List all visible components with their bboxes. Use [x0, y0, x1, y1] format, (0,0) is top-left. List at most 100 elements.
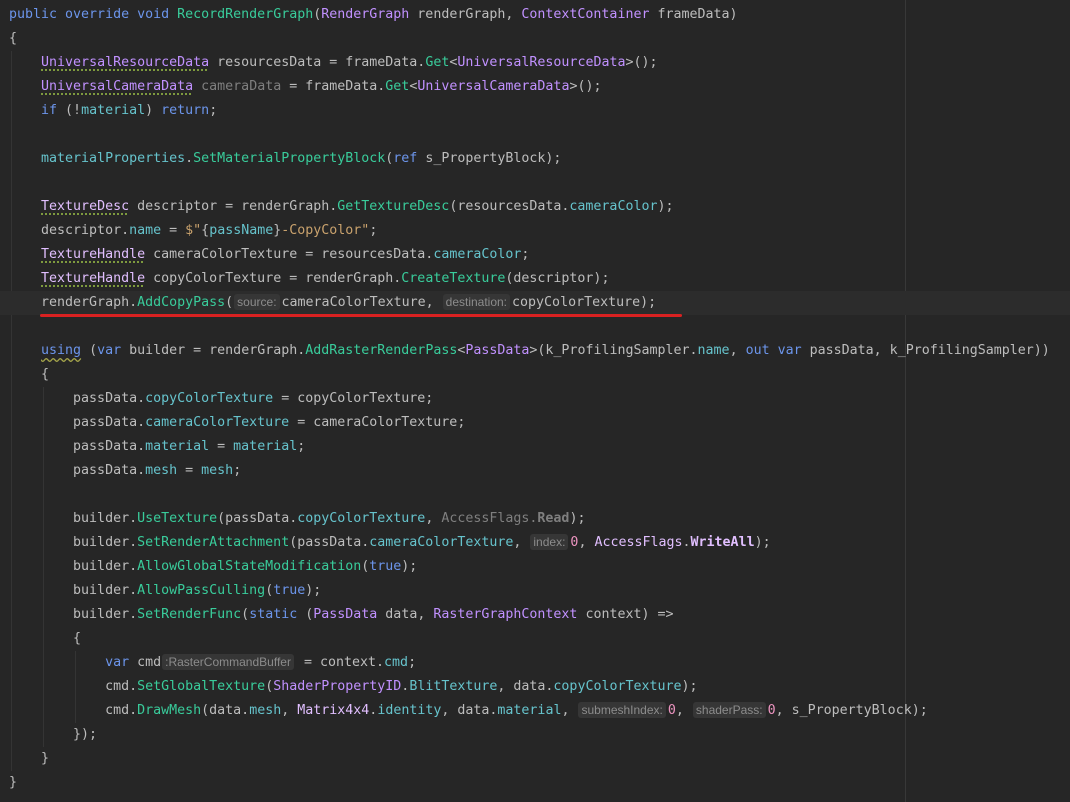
class-name: PassData [313, 607, 378, 622]
code-line[interactable]: public override void RecordRenderGraph(R… [0, 3, 1070, 27]
code-text: , data. [497, 679, 554, 694]
code-text: builder. [9, 583, 138, 598]
code-text: } [9, 775, 18, 790]
code-line[interactable]: using (var builder = renderGraph.AddRast… [0, 339, 1070, 363]
code-text: , s_PropertyBlock); [775, 703, 928, 718]
code-text: resourcesData = frameData. [209, 55, 426, 70]
code-line[interactable]: UniversalResourceData resourcesData = fr… [0, 51, 1070, 75]
code-line[interactable]: var cmd:RasterCommandBuffer = context.cm… [0, 651, 1070, 675]
method-name: UseTexture [137, 511, 218, 526]
code-text: = context. [295, 655, 385, 670]
code-line[interactable]: { [0, 627, 1070, 651]
code-text: , [675, 703, 692, 718]
member-name: copyColorTexture [145, 391, 274, 406]
code-text: ; [521, 247, 530, 262]
code-line[interactable]: renderGraph.AddCopyPass(source: cameraCol… [0, 291, 1070, 317]
code-text: { [9, 367, 50, 382]
enum-member-name: WriteAll [690, 535, 755, 550]
code-text: (data. [201, 703, 250, 718]
code-line[interactable]: builder.AllowPassCulling(true); [0, 579, 1070, 603]
code-text: data, [377, 607, 434, 622]
code-text: ); [305, 583, 322, 598]
class-name: RenderGraph [321, 7, 410, 22]
struct-name: Matrix4x4 [297, 703, 370, 718]
code-line[interactable]: materialProperties.SetMaterialPropertyBl… [0, 147, 1070, 171]
code-line[interactable]: builder.UseTexture(passData.copyColorTex… [0, 507, 1070, 531]
code-line[interactable]: passData.mesh = mesh; [0, 459, 1070, 483]
code-line[interactable]: } [0, 771, 1070, 795]
code-line[interactable]: passData.material = material; [0, 435, 1070, 459]
code-text: passData, k_ProfilingSampler)) [801, 343, 1050, 358]
method-name: SetMaterialPropertyBlock [193, 151, 386, 166]
code-line[interactable] [0, 315, 1070, 339]
code-text: ( [297, 607, 314, 622]
member-name: identity [377, 703, 442, 718]
code-text: { [9, 31, 18, 46]
code-line[interactable]: TextureDesc descriptor = renderGraph.Get… [0, 195, 1070, 219]
code-line[interactable]: builder.SetRenderAttachment(passData.cam… [0, 531, 1070, 555]
keyword-token: return [161, 103, 210, 118]
code-text: s_PropertyBlock); [417, 151, 562, 166]
code-line[interactable]: cmd.DrawMesh(data.mesh, Matrix4x4.identi… [0, 699, 1070, 723]
method-name: RecordRenderGraph [177, 7, 314, 22]
member-name: material [497, 703, 562, 718]
code-line[interactable]: }); [0, 723, 1070, 747]
unused-variable: cameraData [201, 79, 282, 94]
inlay-hint: shaderPass: [692, 702, 766, 718]
code-text: cameraColorTexture, [281, 295, 442, 310]
code-line[interactable]: passData.cameraColorTexture = cameraColo… [0, 411, 1070, 435]
code-line[interactable] [0, 483, 1070, 507]
number-literal: 0 [667, 703, 676, 718]
code-line[interactable]: TextureHandle copyColorTexture = renderG… [0, 267, 1070, 291]
method-name: SetRenderAttachment [137, 535, 290, 550]
code-line[interactable]: builder.AllowGlobalStateModification(tru… [0, 555, 1070, 579]
code-line[interactable]: if (!material) return; [0, 99, 1070, 123]
code-text: (resourcesData. [449, 199, 570, 214]
code-text: builder = renderGraph. [121, 343, 306, 358]
code-text: ); [681, 679, 698, 694]
code-text: . [185, 151, 194, 166]
code-line[interactable]: { [0, 27, 1070, 51]
member-name: name [697, 343, 730, 358]
method-name: Get [425, 55, 450, 70]
code-text: (! [57, 103, 82, 118]
code-text: ( [265, 583, 274, 598]
code-line[interactable] [0, 123, 1070, 147]
code-area[interactable]: public override void RecordRenderGraph (R… [0, 3, 1070, 795]
code-line[interactable]: TextureHandle cameraColorTexture = resou… [0, 243, 1070, 267]
code-line[interactable]: passData.copyColorTexture = copyColorTex… [0, 387, 1070, 411]
method-name: GetTextureDesc [337, 199, 450, 214]
code-text: builder. [9, 511, 138, 526]
struct-name: TextureHandle [41, 247, 146, 262]
code-text: } [9, 751, 50, 766]
code-line[interactable]: } [0, 747, 1070, 771]
code-text: frameData) [649, 7, 738, 22]
code-text: = [177, 463, 202, 478]
code-line[interactable]: cmd.SetGlobalTexture(ShaderPropertyID.Bl… [0, 675, 1070, 699]
code-text: renderGraph, [409, 7, 522, 22]
code-text: >(k_ProfilingSampler. [529, 343, 698, 358]
code-text: , [578, 535, 595, 550]
inlay-hint: :RasterCommandBuffer [162, 654, 294, 670]
code-line[interactable] [0, 171, 1070, 195]
code-line[interactable]: { [0, 363, 1070, 387]
code-text: = cameraColorTexture; [289, 415, 466, 430]
code-text: , [729, 343, 746, 358]
code-text: = [209, 439, 234, 454]
code-line[interactable]: builder.SetRenderFunc(static (PassData d… [0, 603, 1070, 627]
code-text: ( [81, 343, 98, 358]
code-text: cameraColorTexture = resourcesData. [145, 247, 434, 262]
code-text: builder. [9, 559, 138, 574]
code-editor[interactable]: public override void RecordRenderGraph (R… [0, 0, 1070, 802]
class-name: ContextContainer [521, 7, 650, 22]
code-line[interactable]: UniversalCameraData cameraData = frameDa… [0, 75, 1070, 99]
code-text: = [161, 223, 186, 238]
number-literal: 0 [767, 703, 776, 718]
member-name: cameraColor [433, 247, 522, 262]
class-name: UniversalResourceData [41, 55, 210, 70]
code-line[interactable]: descriptor.name = $"{passName}-CopyColor… [0, 219, 1070, 243]
class-name: UniversalCameraData [417, 79, 570, 94]
code-text: cmd [129, 655, 162, 670]
